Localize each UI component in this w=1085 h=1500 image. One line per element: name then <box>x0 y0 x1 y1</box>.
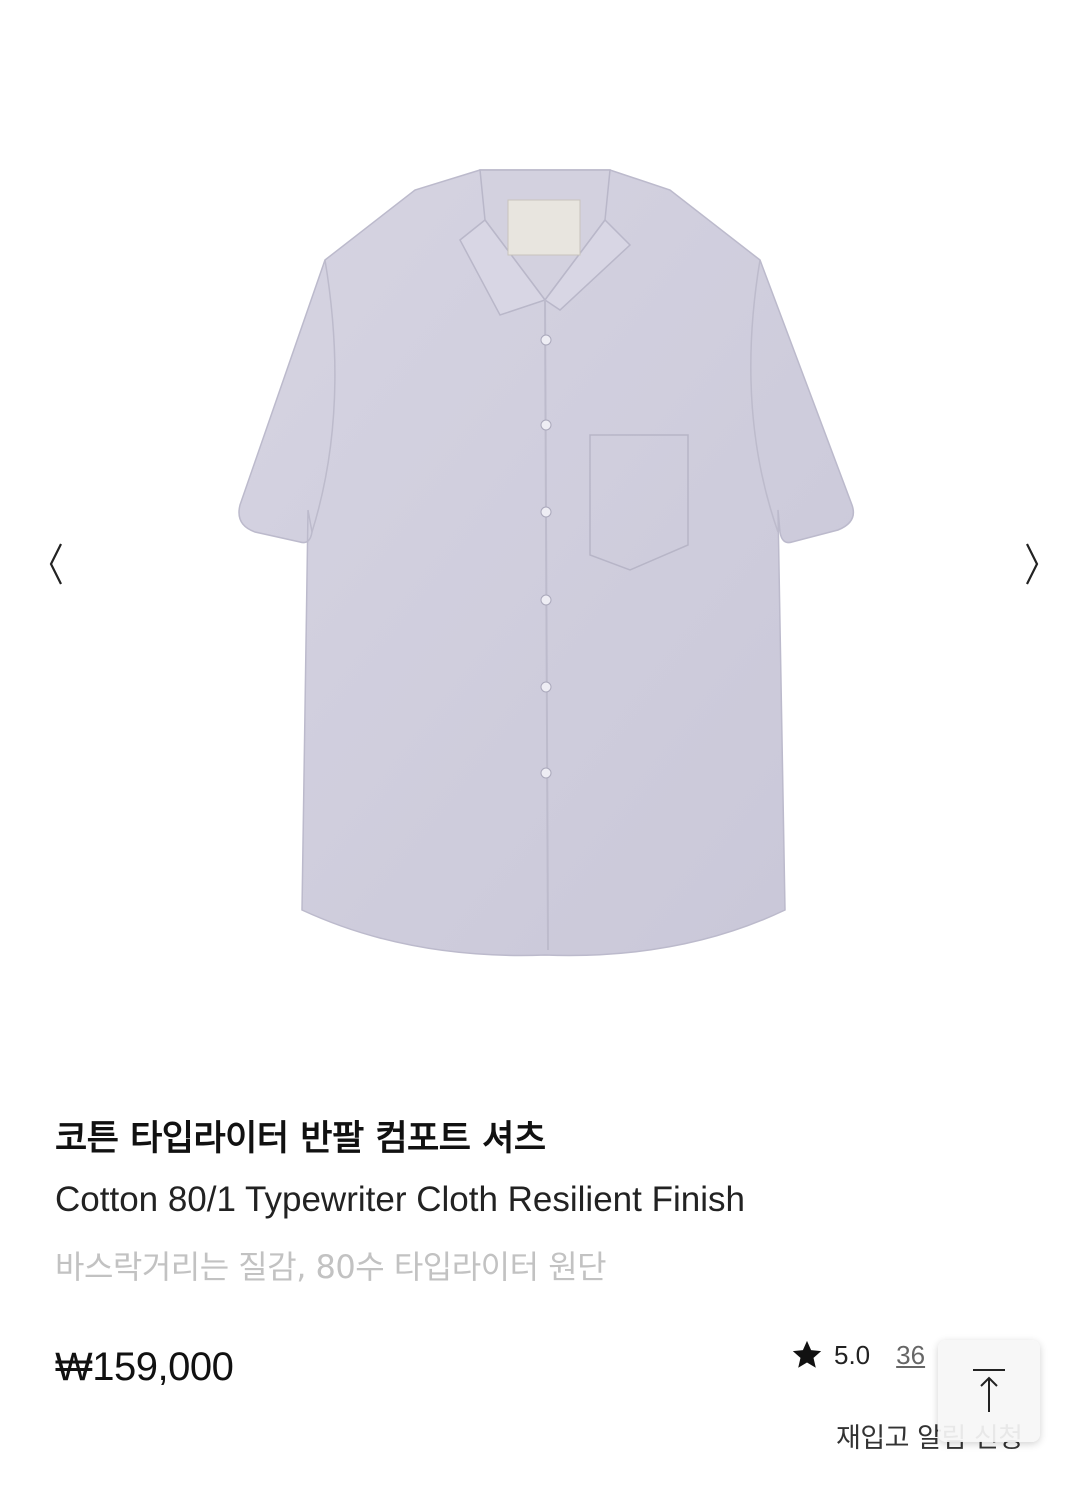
review-count-link[interactable]: 36 <box>896 1340 925 1371</box>
chevron-right-icon <box>1026 543 1039 585</box>
rating-score: 5.0 <box>834 1339 871 1370</box>
product-image <box>238 169 855 957</box>
product-description: 바스락거리는 질감, 80수 타입라이터 원단 <box>55 1248 607 1286</box>
product-image-gallery <box>0 0 1085 1050</box>
product-rating: 5.0 36 <box>790 1338 925 1372</box>
star-icon <box>792 1340 822 1368</box>
product-title-ko: 코튼 타입라이터 반팔 컴포트 셔츠 <box>55 1119 546 1159</box>
arrow-up-icon <box>973 1369 1005 1412</box>
chevron-left-icon <box>49 543 62 585</box>
product-title-en: Cotton 80/1 Typewriter Cloth Resilient F… <box>55 1180 745 1219</box>
gallery-prev-button[interactable] <box>36 538 76 590</box>
gallery-next-button[interactable] <box>1012 538 1052 590</box>
scroll-to-top-button[interactable] <box>938 1340 1040 1442</box>
product-price: ₩159,000 <box>55 1345 234 1389</box>
